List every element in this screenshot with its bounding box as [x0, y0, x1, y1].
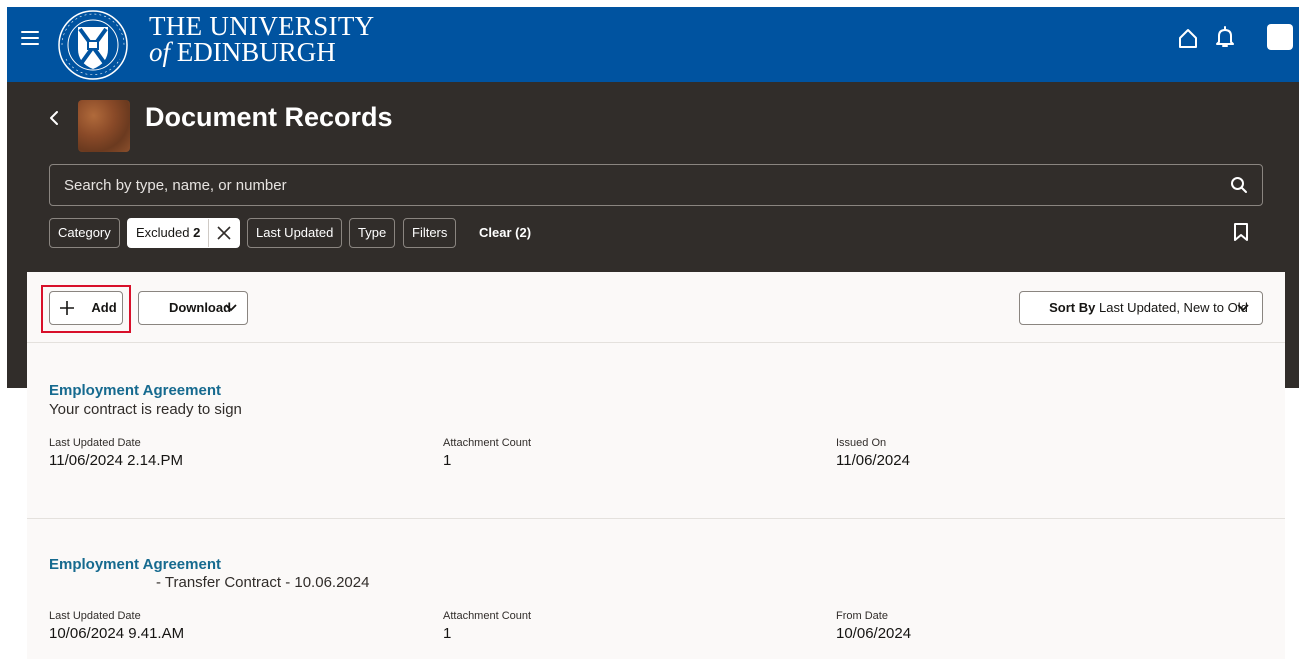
- add-button[interactable]: Add: [49, 291, 123, 325]
- download-button-label: Download: [168, 300, 232, 315]
- top-header: THE UNIVERSITY of EDINBURGH: [7, 7, 1299, 82]
- field-value-attachment-count: 1: [443, 452, 452, 469]
- search-icon[interactable]: [1230, 176, 1248, 194]
- brand-name-line2: of EDINBURGH: [149, 37, 336, 68]
- filter-chip-type[interactable]: Type: [349, 218, 396, 248]
- filter-chip-excluded-label: Excluded: [136, 225, 190, 240]
- brand-edinburgh: EDINBURGH: [176, 37, 336, 67]
- record-subtitle: Your contract is ready to sign: [49, 401, 242, 418]
- filter-chip-excluded[interactable]: Excluded 2: [127, 218, 241, 248]
- record-card: Employment Agreement - Transfer Contract…: [27, 519, 1285, 659]
- sort-by-value: Last Updated, New to Old: [1099, 300, 1248, 315]
- field-label-last-updated: Last Updated Date: [49, 610, 141, 622]
- filter-chip-excluded-count: 2: [193, 225, 201, 240]
- filter-chip-category[interactable]: Category: [49, 218, 120, 248]
- bookmark-icon[interactable]: [1233, 222, 1249, 242]
- field-value-last-updated: 11/06/2024 2.14.PM: [49, 452, 183, 469]
- field-value-attachment-count: 1: [443, 625, 452, 642]
- search-bar: [49, 164, 1263, 206]
- chevron-down-icon: [1237, 304, 1249, 312]
- filter-chip-last-updated[interactable]: Last Updated: [247, 218, 343, 248]
- record-card: Employment Agreement Your contract is re…: [27, 343, 1285, 519]
- field-value-from-date: 10/06/2024: [836, 625, 912, 642]
- remove-filter-close-icon[interactable]: [208, 219, 231, 247]
- home-icon[interactable]: [1177, 27, 1199, 49]
- field-label-last-updated: Last Updated Date: [49, 437, 141, 449]
- clear-filters-link[interactable]: Clear (2): [479, 218, 531, 248]
- brand-of: of: [149, 37, 171, 67]
- field-value-last-updated: 10/06/2024 9.41.AM: [49, 625, 185, 642]
- back-chevron-icon[interactable]: [47, 108, 61, 128]
- field-label-from-date: From Date: [836, 610, 888, 622]
- field-label-attachment-count: Attachment Count: [443, 610, 532, 622]
- page-title: Document Records: [145, 102, 393, 132]
- records-panel: Add Download Sort By Last Updated, New t…: [27, 272, 1285, 659]
- field-value-issued-on: 11/06/2024: [836, 452, 910, 469]
- download-button[interactable]: Download: [138, 291, 248, 325]
- sort-by-button[interactable]: Sort By Last Updated, New to Old: [1019, 291, 1263, 325]
- add-button-label: Add: [91, 300, 117, 315]
- user-avatar[interactable]: [1267, 24, 1293, 50]
- field-label-issued-on: Issued On: [836, 437, 887, 449]
- plus-icon: [60, 301, 74, 315]
- page-thumbnail-image: [78, 100, 130, 152]
- bell-icon[interactable]: [1214, 25, 1236, 49]
- menu-icon[interactable]: [21, 31, 39, 47]
- university-crest-logo[interactable]: [52, 9, 134, 81]
- record-title-link[interactable]: Employment Agreement: [49, 556, 221, 573]
- search-input[interactable]: [64, 165, 1224, 205]
- sort-by-prefix: Sort By: [1049, 300, 1096, 315]
- record-subtitle: - Transfer Contract - 10.06.2024: [156, 574, 370, 591]
- record-title-link[interactable]: Employment Agreement: [49, 382, 221, 399]
- filter-chip-filters[interactable]: Filters: [403, 218, 457, 248]
- chevron-down-icon: [225, 304, 237, 312]
- field-label-attachment-count: Attachment Count: [443, 437, 532, 449]
